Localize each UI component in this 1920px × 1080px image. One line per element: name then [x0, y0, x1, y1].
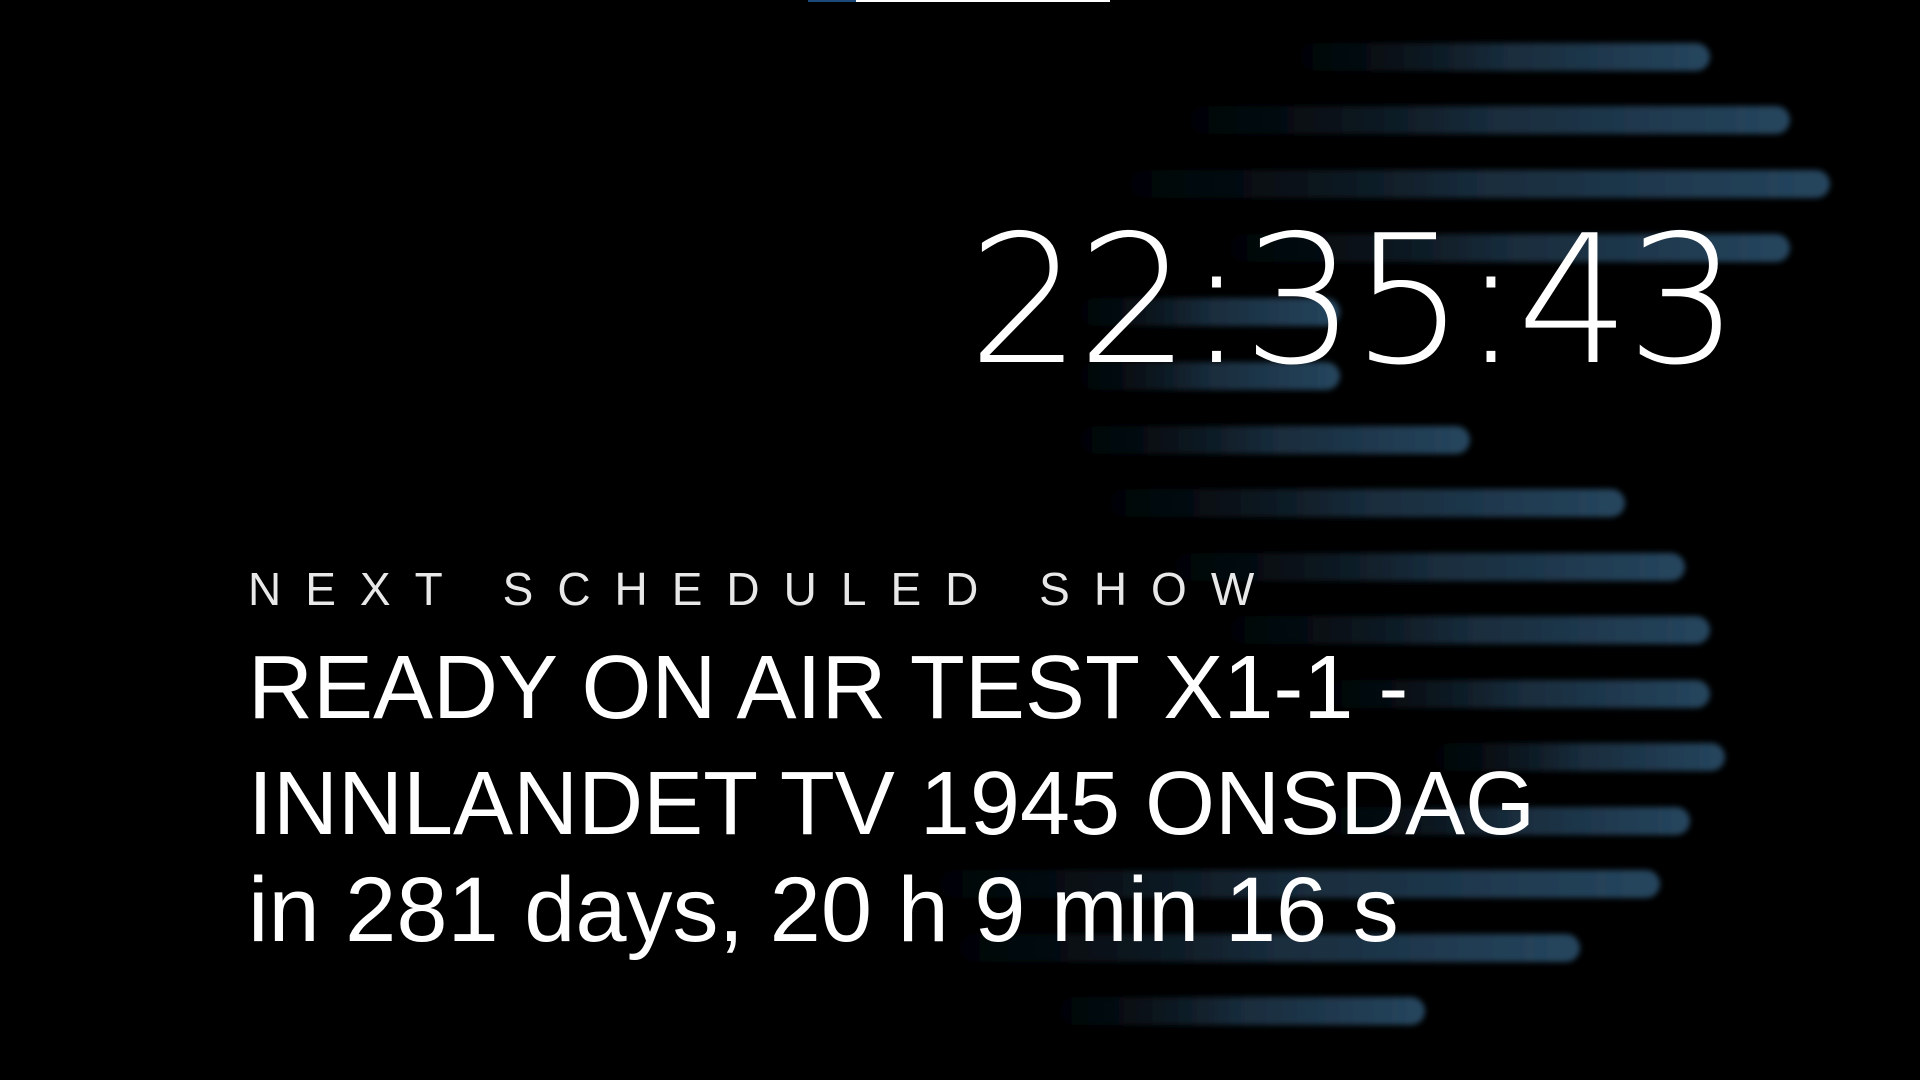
background-stripe [1130, 170, 1830, 198]
clock-display: 22:35:43 [968, 197, 1739, 404]
background-stripe [1110, 489, 1625, 517]
countdown-text: in 281 days, 20 h 9 min 16 s [248, 859, 1399, 961]
background-stripe [1060, 997, 1425, 1025]
progress-bar-fill [856, 0, 1110, 2]
background-stripe [1080, 426, 1470, 454]
show-title-line-1: READY ON AIR TEST X1-1 - [248, 638, 1409, 738]
background-stripe [1190, 106, 1790, 134]
background-stripe [1300, 43, 1710, 71]
next-show-label: NEXT SCHEDULED SHOW [248, 563, 1279, 615]
show-title-line-2: INNLANDET TV 1945 ONSDAG [248, 754, 1536, 854]
progress-bar [808, 0, 1110, 2]
show-title: READY ON AIR TEST X1-1 - INNLANDET TV 19… [248, 630, 1648, 862]
